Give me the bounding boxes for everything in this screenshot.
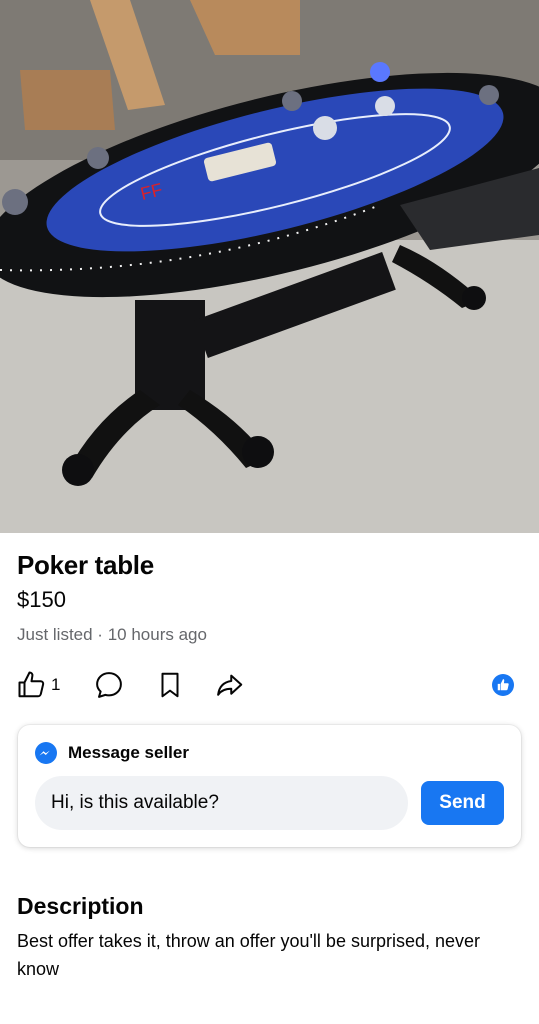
listing-photo[interactable]: FF <box>0 0 539 533</box>
comment-button[interactable] <box>94 668 124 702</box>
messenger-icon <box>35 742 57 764</box>
message-seller-card: Message seller Send <box>18 725 521 847</box>
listing-price: $150 <box>17 587 66 612</box>
share-button[interactable] <box>214 668 246 702</box>
like-button[interactable]: 1 <box>17 668 60 702</box>
action-row: 1 <box>0 668 539 704</box>
share-arrow-icon <box>217 674 243 696</box>
listing-title: Poker table <box>17 550 154 580</box>
like-badge-icon <box>492 674 514 696</box>
like-count: 1 <box>51 675 61 694</box>
comment-bubble-icon <box>96 672 122 698</box>
poker-table-image: FF <box>0 0 539 533</box>
message-input[interactable] <box>35 776 408 830</box>
message-seller-header: Message seller <box>34 741 189 765</box>
save-button[interactable] <box>155 668 185 702</box>
bookmark-icon <box>161 672 179 698</box>
description-heading: Description <box>17 893 144 919</box>
thumbs-up-icon <box>18 671 45 698</box>
send-button[interactable]: Send <box>421 781 504 825</box>
message-seller-label: Message seller <box>68 743 189 762</box>
description-body: Best offer takes it, throw an offer you'… <box>17 931 481 979</box>
listing-meta: Just listed · 10 hours ago <box>17 625 207 644</box>
